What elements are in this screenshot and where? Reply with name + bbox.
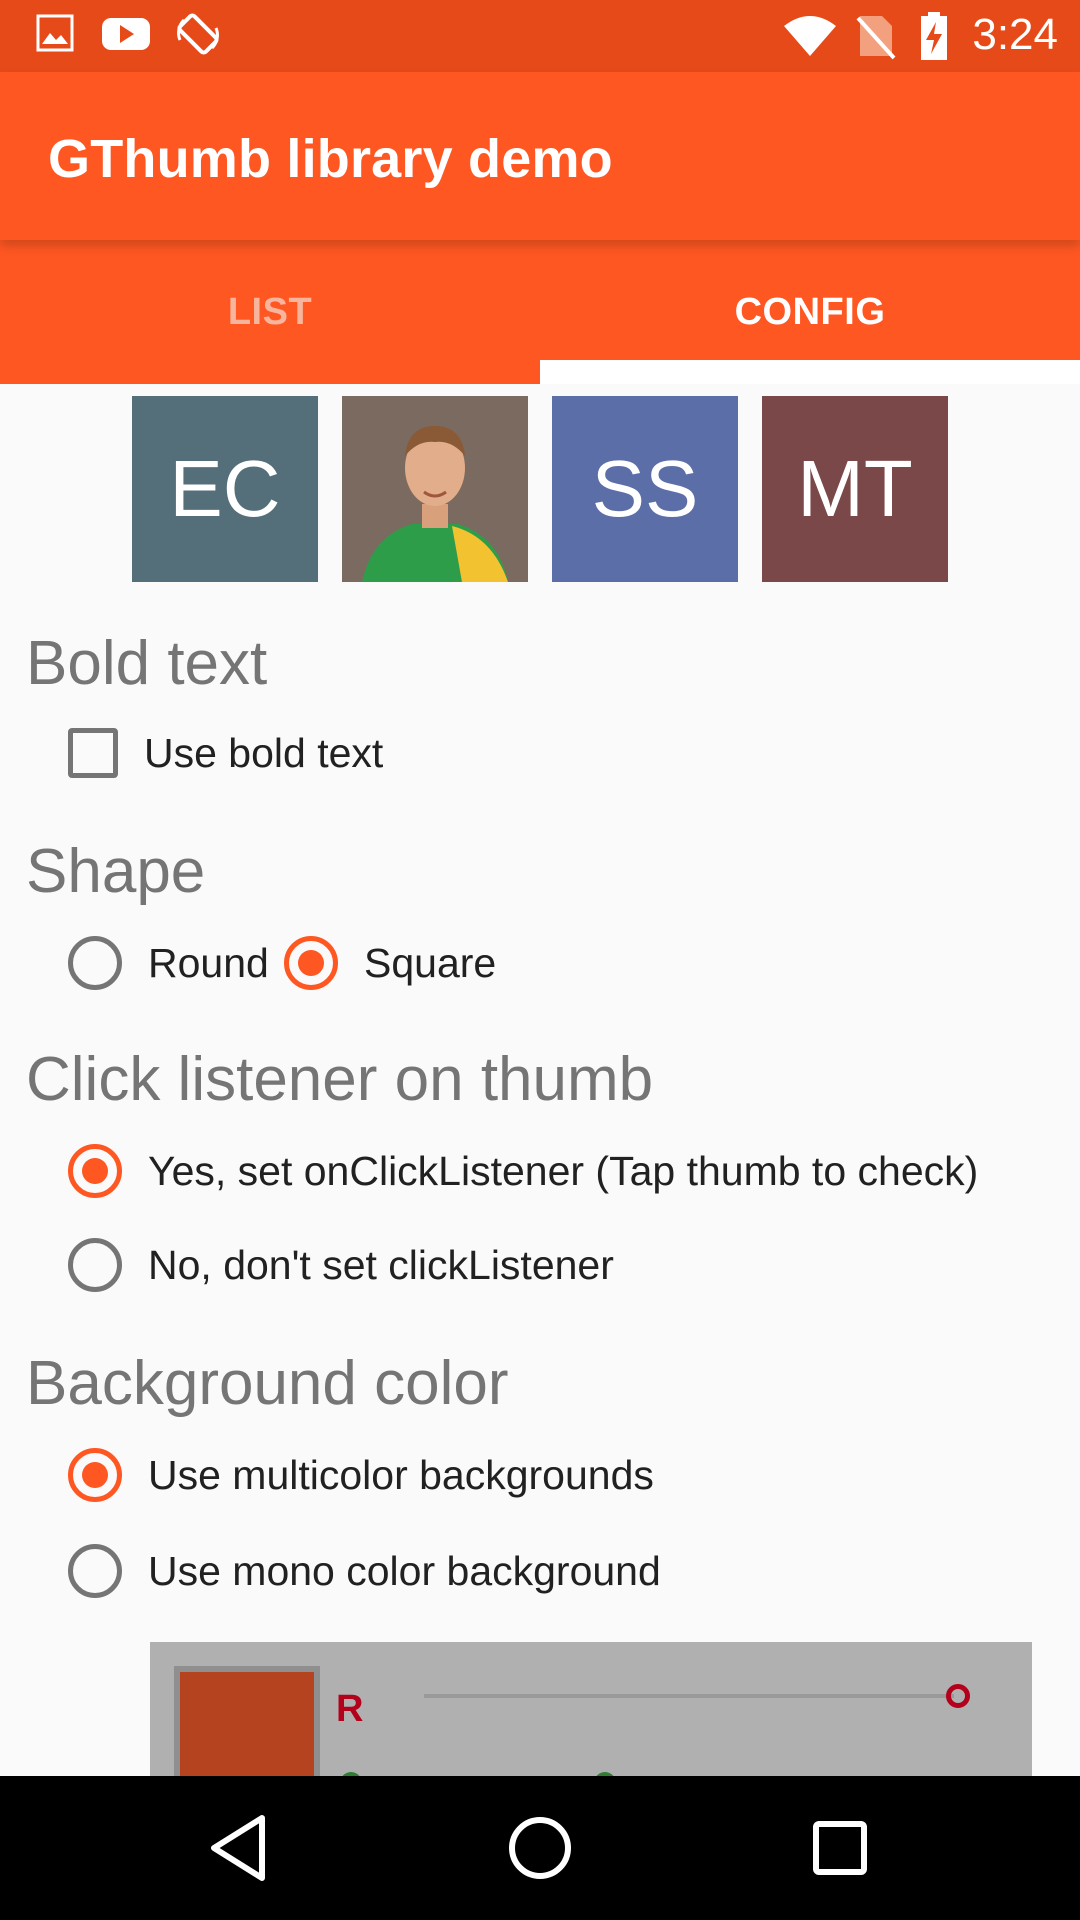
- thumb-initials[interactable]: SS: [552, 396, 738, 582]
- back-icon[interactable]: [200, 1808, 280, 1888]
- thumb-photo[interactable]: [342, 396, 528, 582]
- wifi-icon: [784, 16, 836, 56]
- section-title-shape: Shape: [26, 837, 206, 906]
- color-picker: R: [150, 1642, 1032, 1782]
- app-bar: GThumb library demo: [0, 72, 1080, 240]
- radio-label: Yes, set onClickListener (Tap thumb to c…: [148, 1147, 979, 1194]
- shape-radio-square[interactable]: Square: [284, 936, 496, 990]
- section-title-background-color: Background color: [26, 1349, 509, 1418]
- tab-indicator: [540, 360, 1080, 384]
- youtube-icon: [102, 18, 150, 50]
- app-title: GThumb library demo: [48, 129, 613, 189]
- radio-unchecked-icon: [68, 1238, 122, 1292]
- radio-label: No, don't set clickListener: [148, 1241, 614, 1288]
- thumb-initials-text: SS: [591, 444, 699, 533]
- red-slider-thumb[interactable]: [946, 1684, 970, 1708]
- click-listener-radio-no[interactable]: No, don't set clickListener: [68, 1238, 614, 1292]
- background-radio-multicolor[interactable]: Use multicolor backgrounds: [68, 1448, 654, 1502]
- radio-label: Round: [148, 939, 269, 986]
- image-icon: [36, 14, 74, 52]
- bold-text-checkbox[interactable]: Use bold text: [68, 728, 383, 778]
- person-photo-icon: [342, 396, 528, 582]
- section-title-click-listener: Click listener on thumb: [26, 1045, 654, 1114]
- battery-charging-icon: [921, 12, 947, 60]
- click-listener-radio-yes[interactable]: Yes, set onClickListener (Tap thumb to c…: [68, 1144, 978, 1198]
- radio-checked-icon: [284, 936, 338, 990]
- section-title-bold-text: Bold text: [26, 629, 268, 698]
- color-swatch: [174, 1666, 320, 1782]
- red-slider-track[interactable]: [424, 1694, 954, 1698]
- tab-bar: LIST CONFIG: [0, 240, 1080, 384]
- thumb-initials[interactable]: MT: [762, 396, 948, 582]
- thumb-initials-text: EC: [169, 444, 281, 533]
- radio-unchecked-icon: [68, 936, 122, 990]
- radio-label: Square: [364, 939, 497, 986]
- clock: 3:24: [972, 10, 1058, 59]
- checkbox-label: Use bold text: [144, 729, 384, 776]
- tab-list[interactable]: LIST: [0, 240, 540, 384]
- radio-checked-icon: [68, 1144, 122, 1198]
- status-bar: 3:24: [0, 0, 1080, 72]
- recents-icon[interactable]: [800, 1808, 880, 1888]
- checkbox-icon: [68, 728, 118, 778]
- no-sim-icon: [856, 16, 896, 60]
- navigation-bar: [0, 1776, 1080, 1920]
- red-channel-label: R: [336, 1688, 364, 1730]
- thumb-initials[interactable]: EC: [132, 396, 318, 582]
- shape-radio-round[interactable]: Round: [68, 936, 269, 990]
- radio-unchecked-icon: [68, 1544, 122, 1598]
- background-radio-mono[interactable]: Use mono color background: [68, 1544, 661, 1598]
- radio-label: Use mono color background: [148, 1547, 661, 1594]
- screen-rotation-icon: [177, 13, 219, 55]
- radio-label: Use multicolor backgrounds: [148, 1451, 654, 1498]
- home-icon[interactable]: [500, 1808, 580, 1888]
- radio-checked-icon: [68, 1448, 122, 1502]
- thumb-initials-text: MT: [797, 444, 913, 533]
